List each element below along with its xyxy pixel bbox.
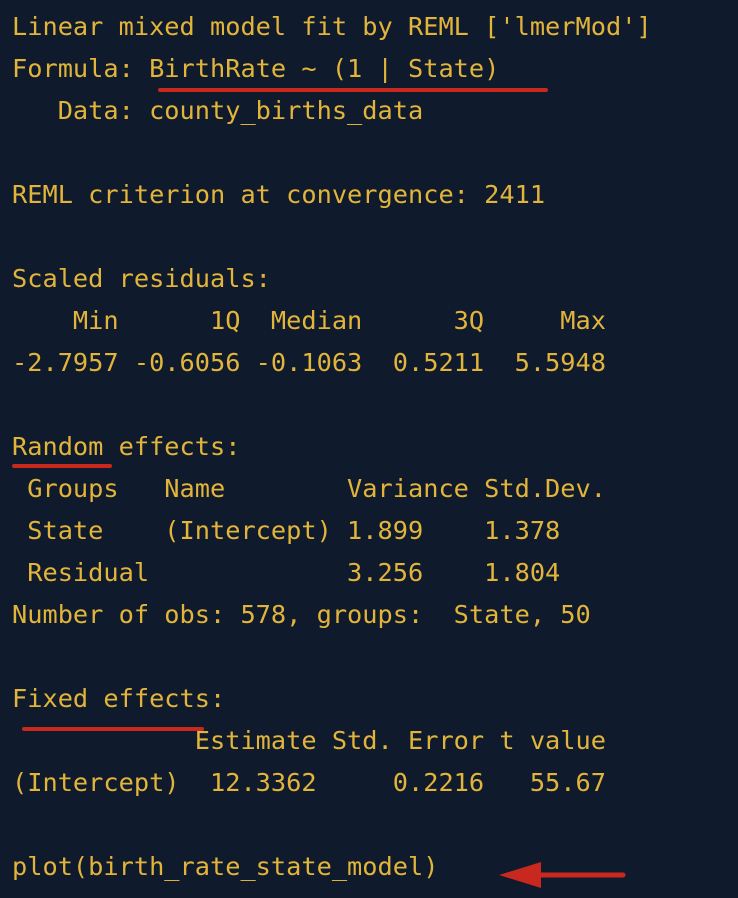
fixed-effects-row: (Intercept) 12.3362 0.2216 55.67 [12,768,606,797]
r-console-output: Linear mixed model fit by REML ['lmerMod… [0,0,738,898]
console-command-line[interactable]: plot(birth_rate_state_model) [12,850,438,884]
random-effects-row: Residual 3.256 1.804 [12,558,606,587]
fixed-effects-underline-annotation [22,727,204,731]
random-effects-title: Random effects: [12,432,241,461]
random-underline-annotation [12,464,112,468]
model-header-line: Linear mixed model fit by REML ['lmerMod… [12,12,652,41]
random-effects-row: State (Intercept) 1.899 1.378 [12,516,606,545]
data-line: Data: county_births_data [12,96,424,125]
scaled-residuals-title: Scaled residuals: [12,264,271,293]
random-effects-header: Groups Name Variance Std.Dev. [12,474,606,503]
fixed-effects-title: Fixed effects: [12,684,226,713]
number-of-obs-line: Number of obs: 578, groups: State, 50 [12,600,591,629]
reml-criterion-line: REML criterion at convergence: 2411 [12,180,546,209]
scaled-residuals-values: -2.7957 -0.6056 -0.1063 0.5211 5.5948 [12,348,622,377]
formula-underline-annotation [158,88,548,92]
arrow-left-icon [499,862,626,888]
scaled-residuals-header: Min 1Q Median 3Q Max [12,306,622,335]
formula-line: Formula: BirthRate ~ (1 | State) [12,54,500,83]
